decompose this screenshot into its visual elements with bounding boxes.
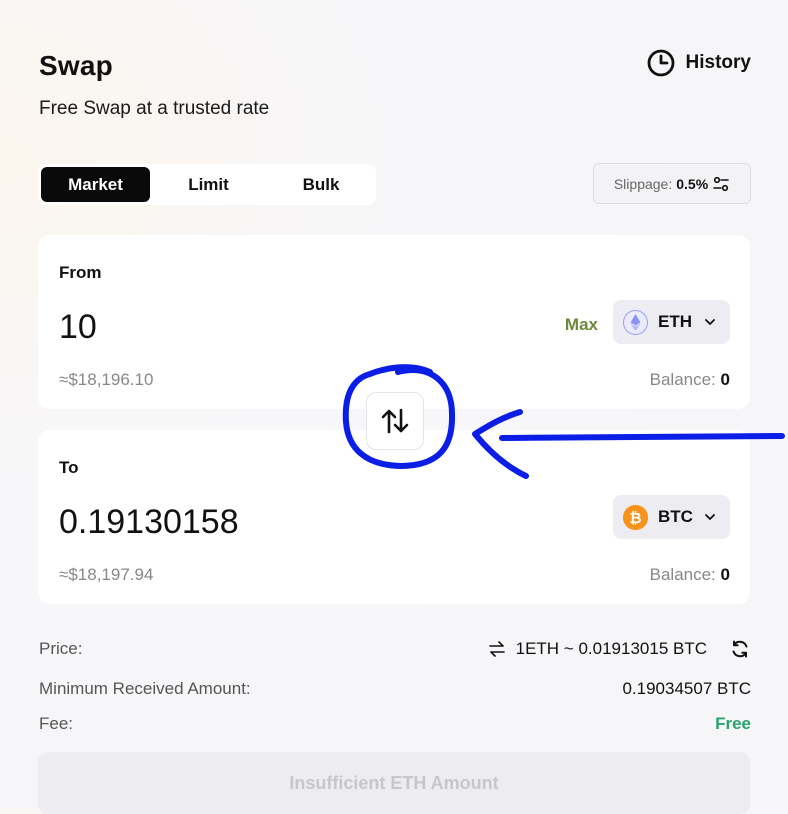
to-token-symbol: BTC <box>658 507 693 526</box>
clock-icon <box>647 49 674 77</box>
eth-icon <box>623 309 648 335</box>
chevron-down-icon <box>705 319 715 325</box>
submit-swap-button[interactable]: Insufficient ETH Amount <box>38 752 750 814</box>
slippage-button[interactable]: Slippage: 0.5% <box>593 163 751 204</box>
fee-label: Fee: <box>39 714 74 733</box>
btc-icon: ₿ <box>623 504 648 530</box>
refresh-icon[interactable] <box>729 638 751 660</box>
to-amount-input[interactable] <box>59 503 359 542</box>
price-value: 1ETH ~ 0.01913015 BTC <box>515 639 707 658</box>
from-label: From <box>59 263 102 282</box>
fee-row: Fee: Free <box>39 714 751 734</box>
to-card: To ₿ BTC ≈$18,197.94 Balance: 0 <box>38 430 750 604</box>
exchange-arrows-icon <box>488 641 505 657</box>
tab-bulk[interactable]: Bulk <box>267 167 375 202</box>
from-usd-value: ≈$18,196.10 <box>59 370 154 389</box>
to-token-selector[interactable]: ₿ BTC <box>613 495 730 539</box>
page-title: Swap <box>39 50 113 81</box>
min-received-value: 0.19034507 BTC <box>622 679 751 698</box>
price-label: Price: <box>39 639 83 658</box>
chevron-down-icon <box>705 514 715 520</box>
history-label: History <box>685 52 751 73</box>
swap-direction-button[interactable] <box>366 392 424 450</box>
slippage-value: 0.5% <box>676 175 709 192</box>
history-button[interactable]: History <box>646 48 751 78</box>
tab-limit[interactable]: Limit <box>150 167 267 202</box>
svg-text:₿: ₿ <box>629 509 641 527</box>
swap-panel: Swap Free Swap at a trusted rate History… <box>0 0 788 814</box>
sliders-icon <box>713 176 729 191</box>
from-token-selector[interactable]: ETH <box>613 300 730 344</box>
tab-market[interactable]: Market <box>41 167 150 202</box>
to-balance-value: 0 <box>720 565 730 584</box>
swap-arrows-icon <box>381 408 409 434</box>
from-token-symbol: ETH <box>658 312 692 331</box>
to-usd-value: ≈$18,197.94 <box>59 565 154 584</box>
slippage-label: Slippage: <box>613 175 673 192</box>
from-card: From Max ETH ≈$18,196.10 Balance: 0 <box>38 235 750 409</box>
from-balance-value: 0 <box>720 370 730 389</box>
max-button[interactable]: Max <box>565 315 598 335</box>
from-balance-label: Balance: <box>649 370 716 389</box>
to-label: To <box>59 458 79 477</box>
to-balance-label: Balance: <box>649 565 716 584</box>
to-balance: Balance: 0 <box>650 565 730 585</box>
from-amount-input[interactable] <box>59 308 359 347</box>
page-subtitle: Free Swap at a trusted rate <box>39 98 270 119</box>
fee-value: Free <box>715 714 751 733</box>
from-balance: Balance: 0 <box>650 370 730 390</box>
min-received-row: Minimum Received Amount: 0.19034507 BTC <box>39 679 751 699</box>
min-received-label: Minimum Received Amount: <box>39 679 251 698</box>
price-row: Price: 1ETH ~ 0.01913015 BTC <box>39 638 751 660</box>
order-type-tabs: Market Limit Bulk <box>38 164 376 205</box>
